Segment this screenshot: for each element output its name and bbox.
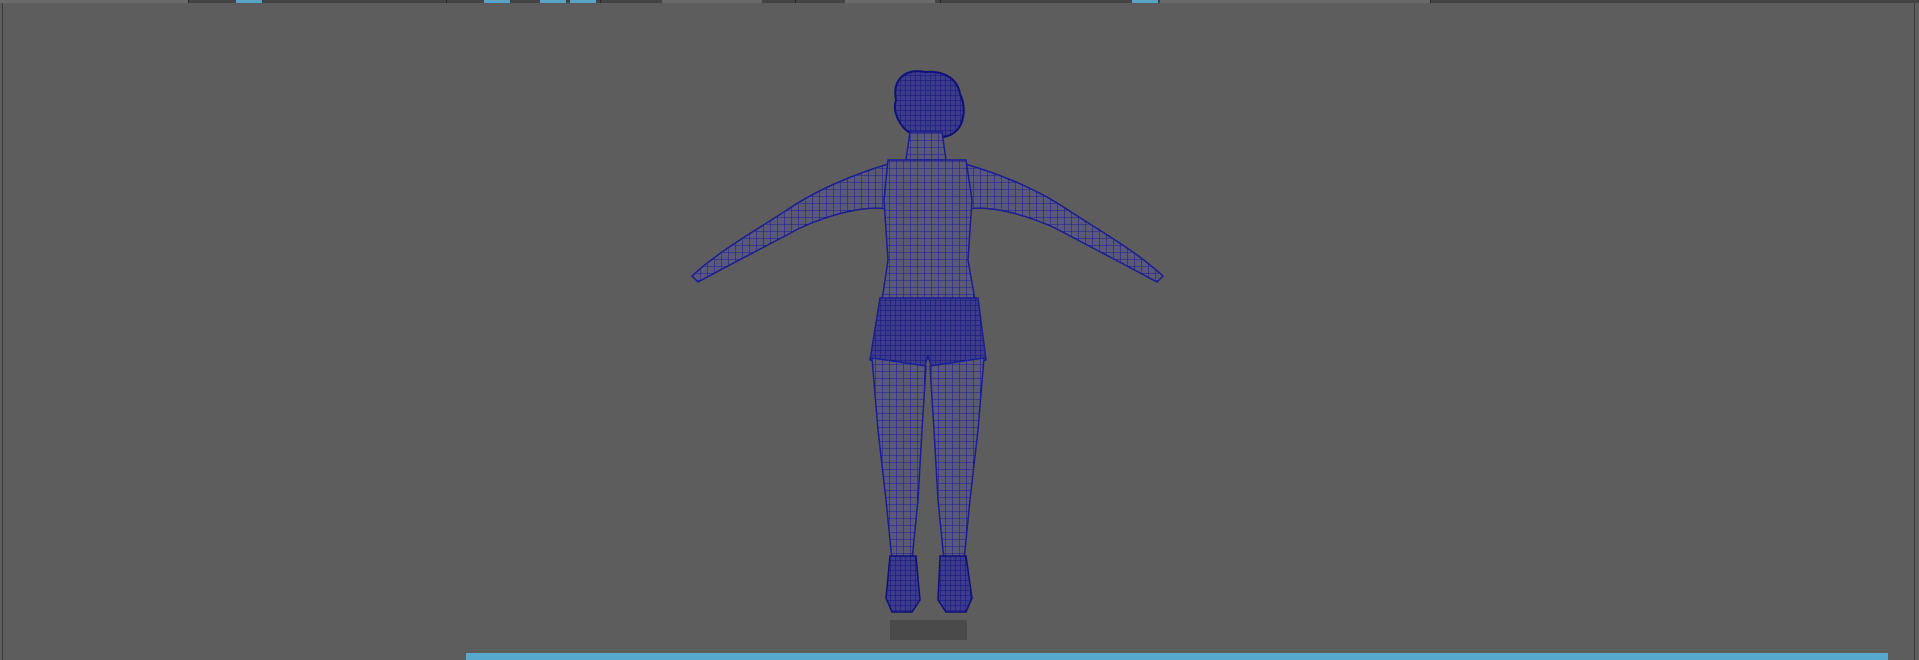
right-leg-mesh — [929, 357, 985, 561]
neck-mesh — [905, 131, 947, 161]
hair-mesh — [894, 70, 965, 140]
timeline-bar[interactable] — [466, 653, 1888, 660]
left-leg-mesh — [871, 357, 927, 561]
left-arm-mesh — [690, 160, 896, 283]
character-wireframe[interactable] — [0, 0, 1919, 660]
maya-window — [0, 0, 1919, 660]
shorts-mesh — [869, 297, 987, 369]
left-shoe-mesh — [885, 555, 921, 613]
right-shoe-mesh — [937, 555, 973, 613]
torso-mesh — [881, 159, 976, 301]
right-arm-mesh — [957, 160, 1165, 283]
